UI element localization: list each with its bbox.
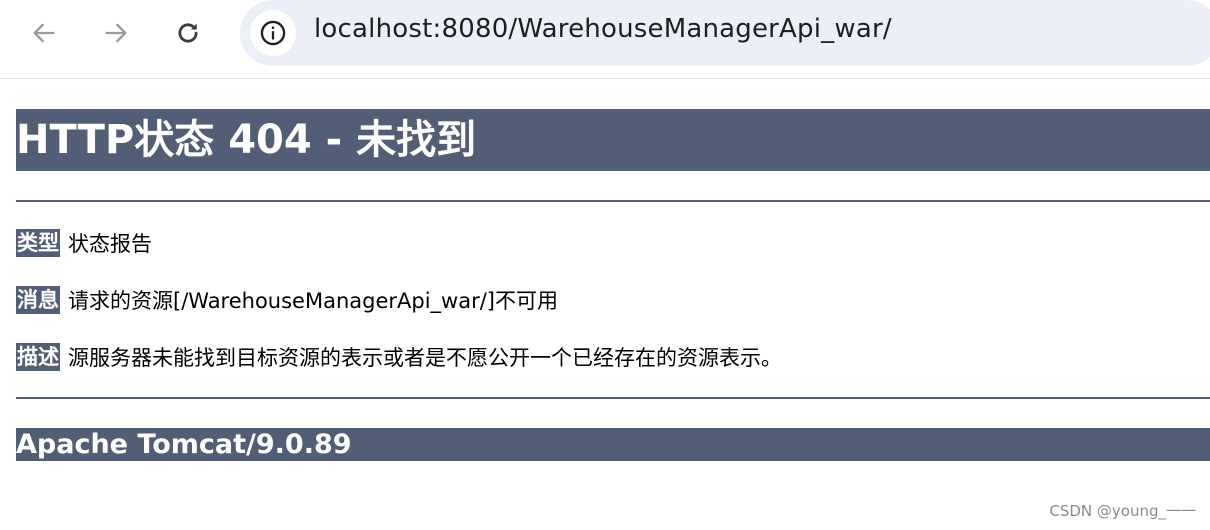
url-text[interactable]: localhost:8080/WarehouseManagerApi_war/	[314, 14, 892, 44]
type-label: 类型	[16, 229, 60, 257]
divider-bottom	[16, 397, 1210, 399]
arrow-right-icon	[105, 23, 127, 43]
info-icon	[260, 20, 286, 46]
reload-icon	[178, 23, 198, 43]
row-message: 消息 请求的资源[/WarehouseManagerApi_war/]不可用	[16, 286, 558, 314]
message-value: 请求的资源[/WarehouseManagerApi_war/]不可用	[68, 289, 559, 313]
description-value: 源服务器未能找到目标资源的表示或者是不愿公开一个已经存在的资源表示。	[68, 346, 782, 370]
row-type: 类型 状态报告	[16, 229, 152, 257]
site-info-button[interactable]	[250, 10, 296, 56]
divider-top	[16, 200, 1210, 202]
browser-toolbar: localhost:8080/WarehouseManagerApi_war/	[0, 0, 1210, 79]
address-bar[interactable]: localhost:8080/WarehouseManagerApi_war/	[240, 0, 1210, 66]
forward-button[interactable]	[96, 13, 136, 53]
back-button[interactable]	[24, 13, 64, 53]
page-title: HTTP状态 404 - 未找到	[16, 109, 1210, 171]
arrow-left-icon	[33, 23, 55, 43]
row-description: 描述 源服务器未能找到目标资源的表示或者是不愿公开一个已经存在的资源表示。	[16, 343, 782, 371]
server-info: Apache Tomcat/9.0.89	[16, 428, 1210, 461]
description-label: 描述	[16, 343, 60, 371]
watermark: CSDN @young_一一	[1049, 502, 1196, 520]
error-page: HTTP状态 404 - 未找到 类型 状态报告 消息 请求的资源[/Wareh…	[16, 109, 1210, 461]
type-value: 状态报告	[68, 232, 152, 256]
message-label: 消息	[16, 286, 60, 314]
reload-button[interactable]	[168, 13, 208, 53]
